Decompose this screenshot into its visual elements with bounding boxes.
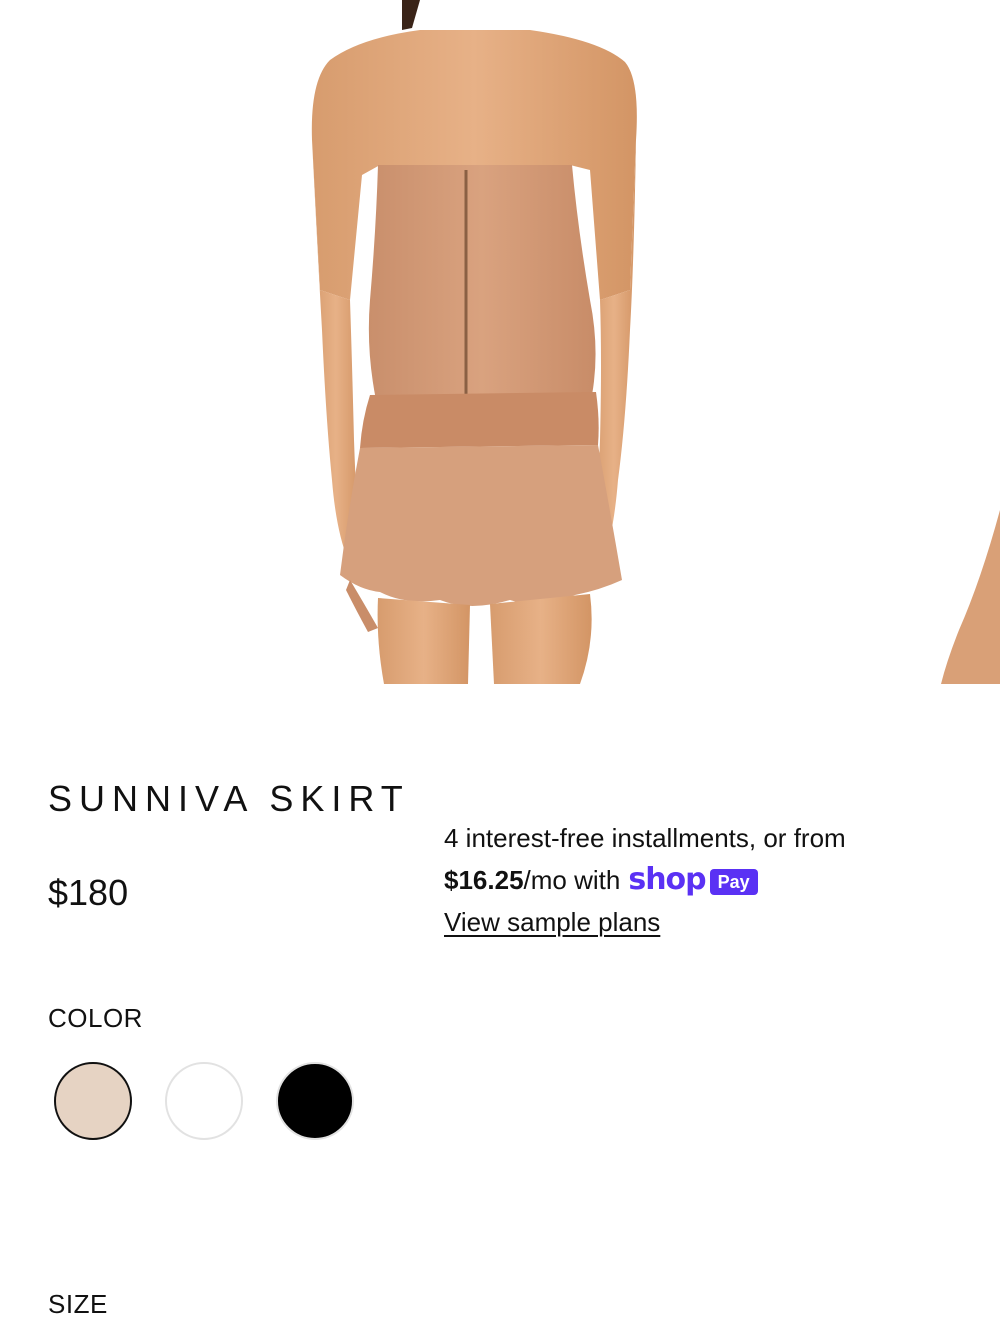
- color-swatches: [54, 1062, 354, 1140]
- shop-pay-installments: 4 interest-free installments, or from $1…: [444, 817, 984, 943]
- shop-pay-logo: shop Pay: [628, 862, 758, 898]
- size-label: SIZE: [48, 1289, 108, 1319]
- model-back-illustration: [311, 0, 637, 684]
- product-image-main[interactable]: [0, 0, 940, 684]
- shop-logo-word: shop: [628, 862, 706, 898]
- product-image-next[interactable]: [941, 0, 1000, 684]
- installments-amount-line: $16.25/mo with shop Pay: [444, 859, 984, 901]
- view-sample-plans-link[interactable]: View sample plans: [444, 907, 660, 937]
- pay-badge: Pay: [709, 869, 758, 896]
- product-image-carousel[interactable]: [0, 0, 1000, 684]
- per-month-text: /mo with: [523, 865, 621, 895]
- color-swatch-nude[interactable]: [54, 1062, 132, 1140]
- product-title: SUNNIVA SKIRT: [48, 778, 410, 819]
- color-label: COLOR: [48, 1003, 143, 1033]
- installment-amount: $16.25: [444, 865, 524, 895]
- product-price: $180: [48, 872, 129, 913]
- view-plans-line: View sample plans: [444, 901, 984, 943]
- installments-text: 4 interest-free installments, or from: [444, 823, 846, 853]
- next-image-preview: [941, 510, 1000, 684]
- color-swatch-black[interactable]: [276, 1062, 354, 1140]
- product-page: SUNNIVA SKIRT $180 4 interest-free insta…: [0, 0, 1000, 1333]
- color-swatch-white[interactable]: [165, 1062, 243, 1140]
